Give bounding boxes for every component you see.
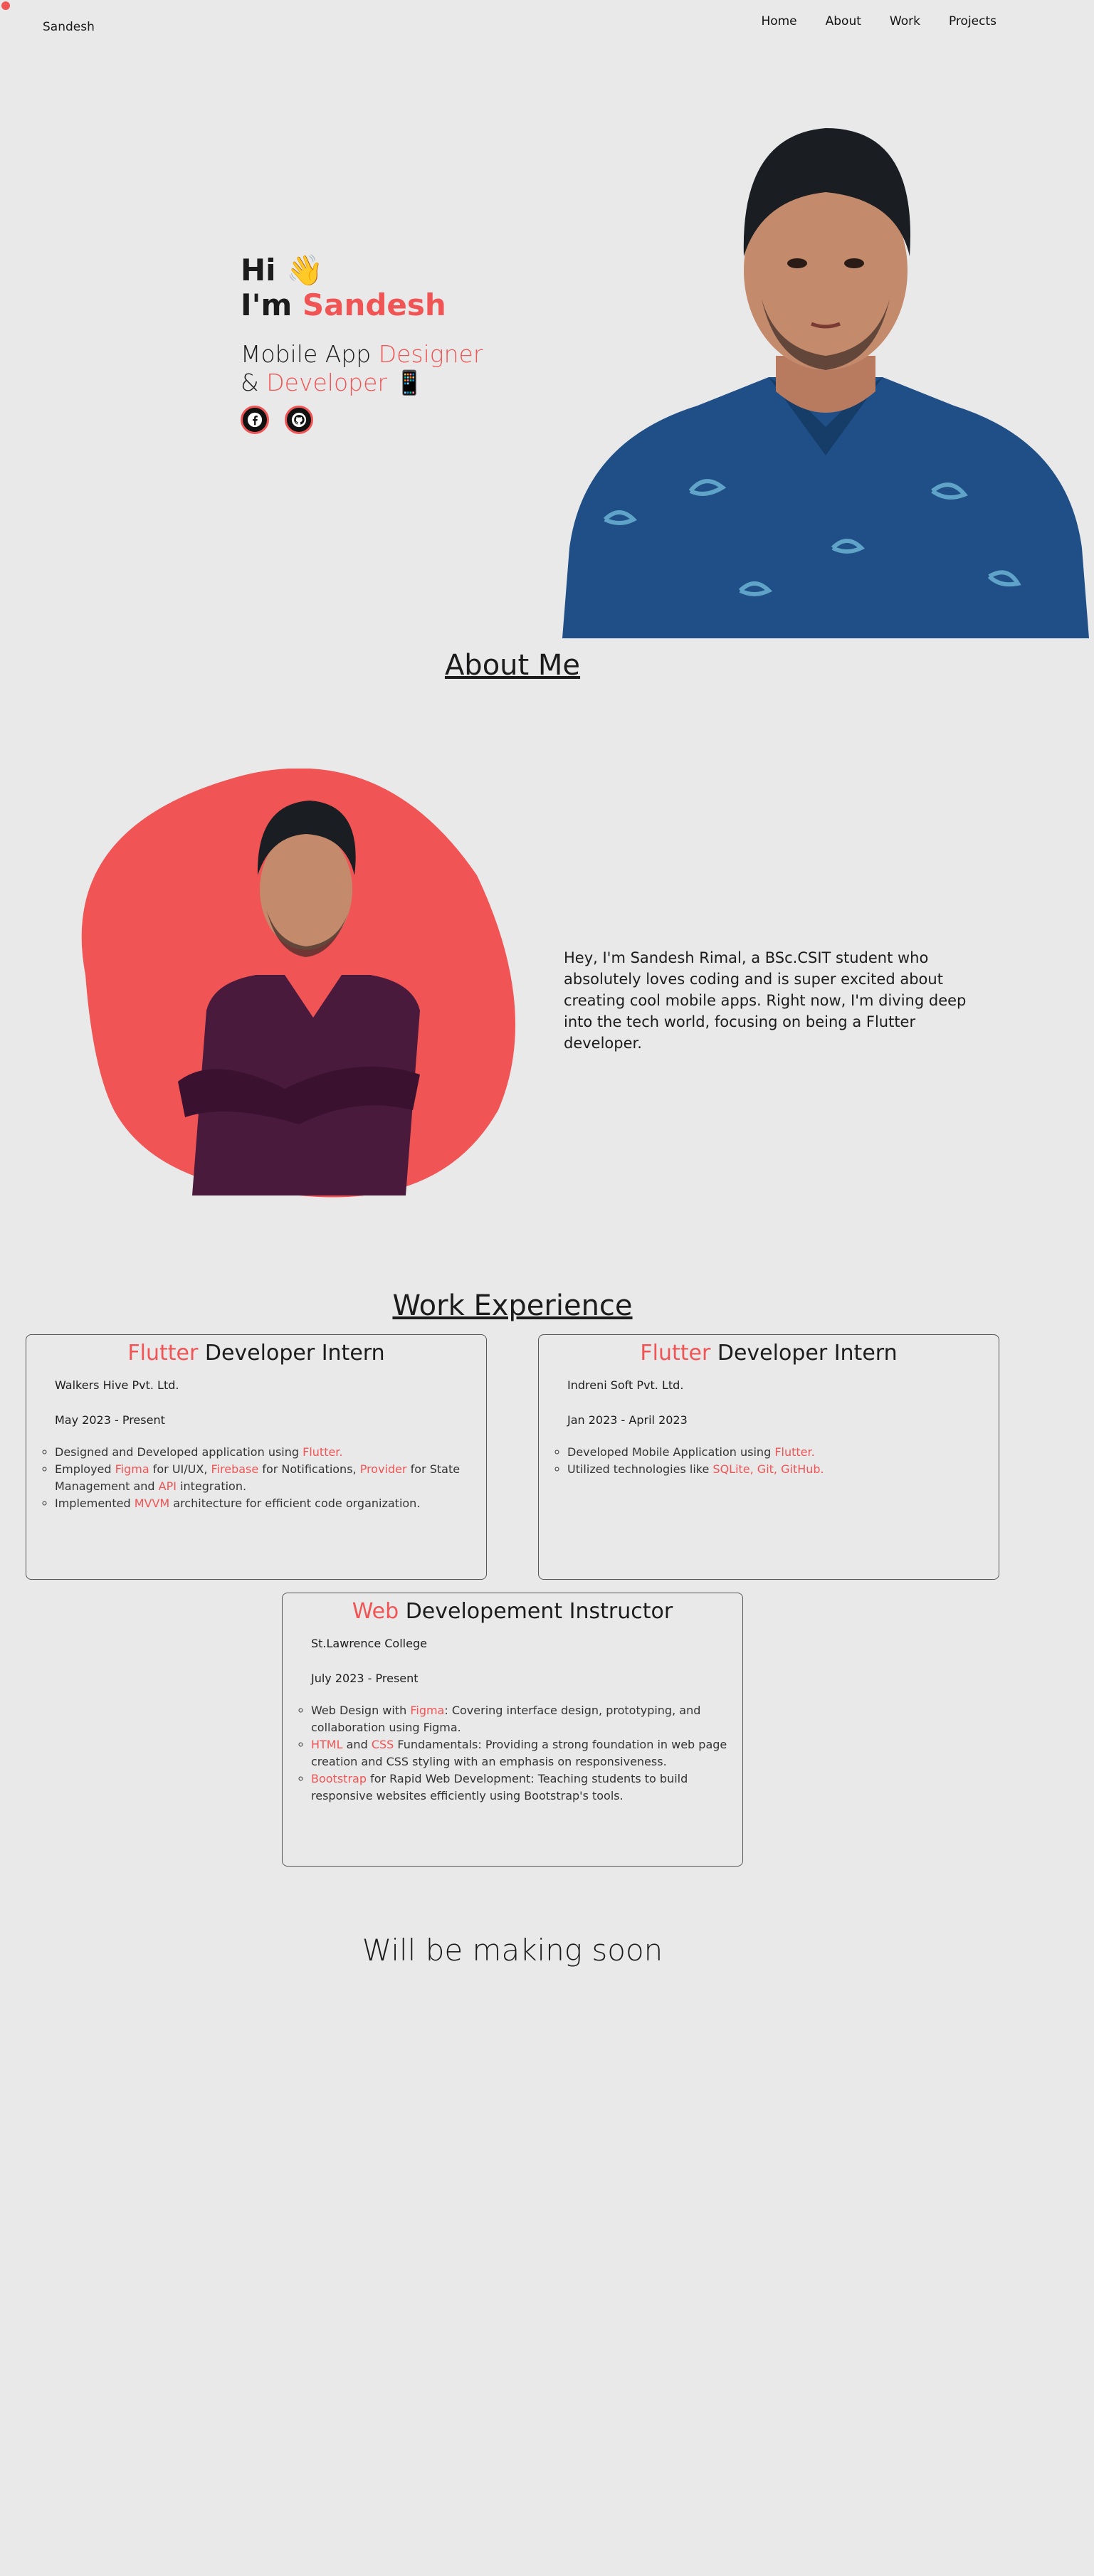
- job-bullet: Designed and Developed application using…: [55, 1444, 472, 1461]
- job-company: Indreni Soft Pvt. Ltd.: [567, 1378, 684, 1392]
- facebook-icon[interactable]: [241, 406, 269, 434]
- tagline-developer: Developer: [266, 369, 387, 396]
- job-bullet: Web Design with Figma: Covering interfac…: [311, 1702, 728, 1736]
- job-company: St.Lawrence College: [311, 1637, 427, 1650]
- job-card-st-lawrence: Web Developement Instructor St.Lawrence …: [282, 1593, 743, 1867]
- job-dates: May 2023 - Present: [55, 1413, 165, 1427]
- tagline-part1: Mobile App: [241, 340, 372, 368]
- hero-name: Sandesh: [302, 287, 446, 322]
- tagline-part2: &: [241, 369, 259, 396]
- hero-greeting: Hi 👋: [241, 253, 483, 287]
- greeting-text: Hi: [241, 253, 276, 287]
- nav-projects-link[interactable]: Projects: [949, 14, 996, 28]
- im-prefix: I'm: [241, 287, 293, 322]
- hero-intro: Hi 👋 I'm Sandesh Mobile App Designer & D…: [241, 253, 483, 434]
- job-company: Walkers Hive Pvt. Ltd.: [55, 1378, 179, 1392]
- wave-icon: 👋: [286, 253, 324, 287]
- projects-placeholder: Will be making soon: [362, 1933, 663, 1968]
- cursor-indicator: [1, 1, 10, 10]
- job-card-walkers-hive: Flutter Developer Intern Walkers Hive Pv…: [26, 1334, 487, 1580]
- nav-about-link[interactable]: About: [826, 14, 861, 28]
- hero-name-line: I'm Sandesh: [241, 287, 483, 323]
- nav-work-link[interactable]: Work: [890, 14, 920, 28]
- hero-portrait-image: [562, 128, 1089, 638]
- job-dates: July 2023 - Present: [311, 1672, 419, 1685]
- nav-home-link[interactable]: Home: [761, 14, 796, 28]
- job-bullets: Developed Mobile Application using Flutt…: [539, 1444, 999, 1478]
- job-bullet: Utilized technologies like SQLite, Git, …: [567, 1461, 984, 1478]
- about-description: Hey, I'm Sandesh Rimal, a BSc.CSIT stude…: [564, 949, 967, 1052]
- job-bullets: Web Design with Figma: Covering interfac…: [283, 1702, 742, 1805]
- github-icon[interactable]: [285, 406, 313, 434]
- phone-icon: 📱: [394, 369, 424, 396]
- job-dates: Jan 2023 - April 2023: [567, 1413, 688, 1427]
- work-title: Work Experience: [392, 1289, 633, 1322]
- social-links: [241, 406, 483, 434]
- job-bullet: Implemented MVVM architecture for effici…: [55, 1495, 472, 1512]
- hero-tagline: Mobile App Designer & Developer 📱: [241, 340, 483, 397]
- about-title: About Me: [444, 649, 581, 682]
- job-title: Flutter Developer Intern: [640, 1341, 898, 1366]
- job-card-indreni-soft: Flutter Developer Intern Indreni Soft Pv…: [538, 1334, 999, 1580]
- main-nav: Home About Work Projects: [761, 14, 996, 28]
- job-bullet: Bootstrap for Rapid Web Development: Tea…: [311, 1770, 728, 1805]
- tagline-designer: Designer: [378, 340, 483, 368]
- job-bullet: Developed Mobile Application using Flutt…: [567, 1444, 984, 1461]
- job-title: Web Developement Instructor: [352, 1599, 673, 1624]
- job-bullets: Designed and Developed application using…: [26, 1444, 486, 1512]
- job-bullet: Employed Figma for UI/UX, Firebase for N…: [55, 1461, 472, 1495]
- job-title: Flutter Developer Intern: [127, 1341, 385, 1366]
- job-bullet: HTML and CSS Fundamentals: Providing a s…: [311, 1736, 728, 1770]
- brand-logo[interactable]: Sandesh: [43, 20, 95, 34]
- about-portrait-image: [81, 769, 515, 1198]
